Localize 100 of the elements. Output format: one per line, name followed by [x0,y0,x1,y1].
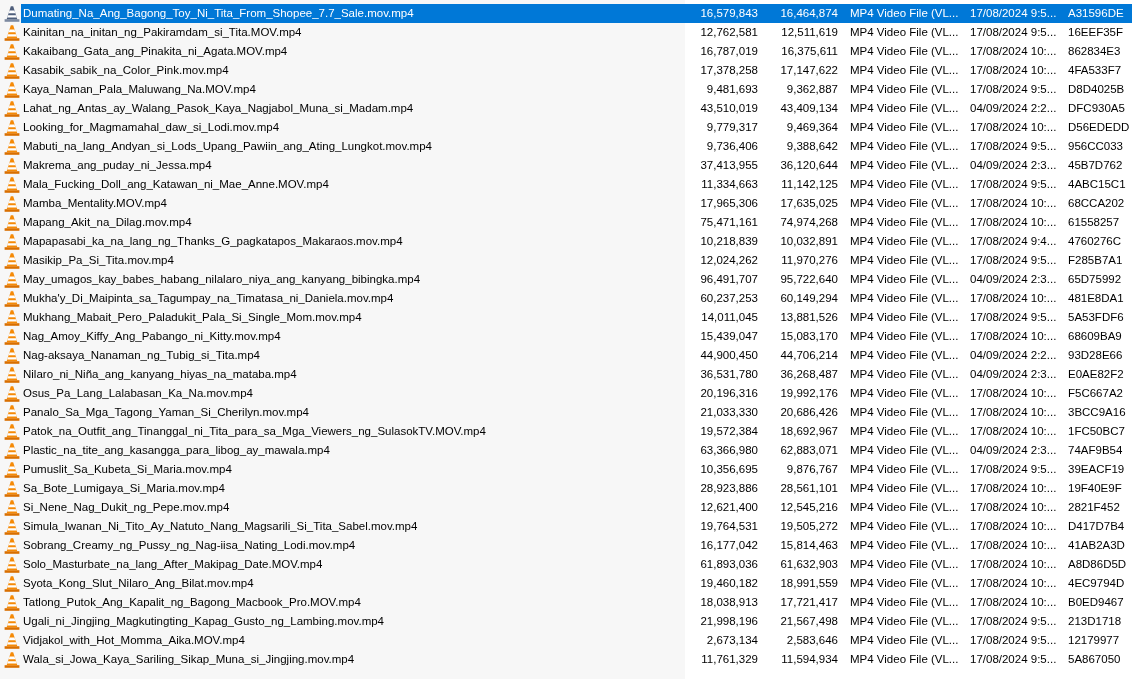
file-name[interactable]: Sobrang_Creamy_ng_Pussy_ng_Nag-iisa_Nating_Lodi.mov.mp4 [21,536,685,555]
file-name[interactable]: May_umagos_kay_babes_habang_nilalaro_niya_ang_kanyang_bibingka.mp4 [21,270,685,289]
file-name[interactable]: Lahat_ng_Antas_ay_Walang_Pasok_Kaya_Nagjabol_Muna_si_Madam.mp4 [21,99,685,118]
file-name[interactable]: Dumating_Na_Ang_Bagong_Toy_Ni_Tita_From_Shopee_7.7_Sale.mov.mp4 [21,4,685,23]
table-cell-text: 5A867050 [1067,652,1122,667]
table-cell-text: MP4 Video File (VL... [849,25,960,40]
table-cell-text: 17/08/2024 10:... [969,329,1058,344]
file-name[interactable]: Vidjakol_with_Hot_Momma_Aika.MOV.mp4 [21,631,685,650]
file-name[interactable]: Pumuslit_Sa_Kubeta_Si_Maria.mov.mp4 [21,460,685,479]
file-name[interactable]: Masikip_Pa_Si_Tita.mov.mp4 [21,251,685,270]
table-cell-text: 17/08/2024 9:5... [969,253,1058,268]
file-name[interactable]: Mapapasabi_ka_na_lang_ng_Thanks_G_pagkatapos_Makaraos.mov.mp4 [21,232,685,251]
table-cell-text: 28,923,886 [699,481,759,496]
table-cell-text: 956CC033 [1067,139,1124,154]
table-cell-text: 37,413,955 [699,158,759,173]
file-name[interactable]: Kakaibang_Gata_ang_Pinakita_ni_Agata.MOV.mp4 [21,42,685,61]
traffic-cone-icon [4,594,20,611]
file-name[interactable]: Patok_na_Outfit_ang_Tinanggal_ni_Tita_para_sa_Mga_Viewers_ng_SulasokTV.MOV.mp4 [21,422,685,441]
file-name[interactable]: Mabuti_na_lang_Andyan_si_Lods_Upang_Pawiin_ang_Ating_Lungkot.mov.mp4 [21,137,685,156]
file-name[interactable]: Nilaro_ni_Niña_ang_kanyang_hiyas_na_mataba.mp4 [21,365,685,384]
table-cell-text: 44,706,214 [779,348,839,363]
file-name[interactable]: Ugali_ni_Jingjing_Magkutingting_Kapag_Gusto_ng_Lambing.mov.mp4 [21,612,685,631]
table-cell-text: MP4 Video File (VL... [849,614,960,629]
file-name[interactable]: Wala_si_Jowa_Kaya_Sariling_Sikap_Muna_si_Jingjing.mov.mp4 [21,650,685,669]
file-name[interactable]: Si_Nene_Nag_Dukit_ng_Pepe.mov.mp4 [21,498,685,517]
table-cell-text: 93D28E66 [1067,348,1124,363]
table-cell-text: MP4 Video File (VL... [849,386,960,401]
file-name[interactable]: Nag-aksaya_Nanaman_ng_Tubig_si_Tita.mp4 [21,346,685,365]
traffic-cone-icon [4,461,20,478]
table-cell-text: D56EDEDD [1067,120,1131,135]
table-cell-text: MP4 Video File (VL... [849,329,960,344]
traffic-cone-icon [4,575,20,592]
traffic-cone-icon [4,480,20,497]
table-cell-text: MP4 Video File (VL... [849,44,960,59]
table-cell-text: 17/08/2024 10:... [969,63,1058,78]
table-cell-text: 21,033,330 [699,405,759,420]
table-cell-text: 2,673,134 [705,633,759,648]
table-cell-text: 15,814,463 [779,538,839,553]
table-cell-text: 43,409,134 [779,101,839,116]
table-cell-text: MP4 Video File (VL... [849,519,960,534]
file-name[interactable]: Osus_Pa_Lang_Lalabasan_Ka_Na.mov.mp4 [21,384,685,403]
table-cell-text: MP4 Video File (VL... [849,310,960,325]
table-cell-text: 19F40E9F [1067,481,1123,496]
table-cell-text: 17/08/2024 9:5... [969,652,1058,667]
table-cell-text: 21,567,498 [779,614,839,629]
table-cell-text: MP4 Video File (VL... [849,652,960,667]
table-cell-text: 9,779,317 [705,120,759,135]
table-cell: MP4 Video File (VL... [842,4,962,23]
table-cell-text: 18,038,913 [699,595,759,610]
file-name[interactable]: Panalo_Sa_Mga_Tagong_Yaman_Si_Cherilyn.mov.mp4 [21,403,685,422]
file-name[interactable]: Mapang_Akit_na_Dilag.mov.mp4 [21,213,685,232]
traffic-cone-icon [4,556,20,573]
file-name[interactable]: Simula_Iwanan_Ni_Tito_Ay_Natuto_Nang_Magsarili_Si_Tita_Sabel.mov.mp4 [21,517,685,536]
table-cell-text: MP4 Video File (VL... [849,272,960,287]
file-name[interactable]: Sa_Bote_Lumigaya_Si_Maria.mov.mp4 [21,479,685,498]
file-name[interactable]: Tatlong_Putok_Ang_Kapalit_ng_Bagong_Macbook_Pro.MOV.mp4 [21,593,685,612]
table-cell-text: E0AE82F2 [1067,367,1125,382]
table-cell-text: 17/08/2024 10:... [969,595,1058,610]
traffic-cone-icon [4,119,20,136]
file-name[interactable]: Nag_Amoy_Kiffy_Ang_Pabango_ni_Kitty.mov.mp4 [21,327,685,346]
traffic-cone-icon [4,537,20,554]
file-name[interactable]: Solo_Masturbate_na_lang_After_Makipag_Date.MOV.mp4 [21,555,685,574]
file-name[interactable]: Mala_Fucking_Doll_ang_Katawan_ni_Mae_Anne.MOV.mp4 [21,175,685,194]
table-cell-text: 17/08/2024 10:... [969,424,1058,439]
file-name[interactable]: Kainitan_na_initan_ng_Pakiramdam_si_Tita.MOV.mp4 [21,23,685,42]
table-cell-text: 2821F452 [1067,500,1121,515]
table-cell-text: 19,505,272 [779,519,839,534]
file-name[interactable]: Mukhang_Mabait_Pero_Paladukit_Pala_Si_Single_Mom.mov.mp4 [21,308,685,327]
file-name[interactable]: Kasabik_sabik_na_Color_Pink.mov.mp4 [21,61,685,80]
table-cell-text: D8D4025B [1067,82,1126,97]
table-cell-text: 4FA533F7 [1067,63,1123,78]
table-cell: 16,579,843 [685,4,762,23]
table-cell-text: 17/08/2024 9:4... [969,234,1058,249]
table-cell-text: 12,762,581 [699,25,759,40]
table-cell-text: 17/08/2024 10:... [969,44,1058,59]
file-name[interactable]: Plastic_na_tite_ang_kasangga_para_libog_ay_mawala.mp4 [21,441,685,460]
table-cell-text: 18,991,559 [779,576,839,591]
file-name[interactable]: Syota_Kong_Slut_Nilaro_Ang_Bilat.mov.mp4 [21,574,685,593]
file-name[interactable]: Looking_for_Magmamahal_daw_si_Lodi.mov.mp4 [21,118,685,137]
table-cell-text: 68CCA202 [1067,196,1126,211]
file-name[interactable]: Kaya_Naman_Pala_Maluwang_Na.MOV.mp4 [21,80,685,99]
file-name[interactable]: Makrema_ang_puday_ni_Jessa.mp4 [21,156,685,175]
table-cell-text: 17,147,622 [779,63,839,78]
table-cell-text: 12,621,400 [699,500,759,515]
file-name[interactable]: Mamba_Mentality.MOV.mp4 [21,194,685,213]
table-cell-text: 213D1718 [1067,614,1123,629]
table-cell-text: 36,268,487 [779,367,839,382]
traffic-cone-icon [4,24,20,41]
traffic-cone-icon [4,81,20,98]
file-name[interactable]: Mukha'y_Di_Maipinta_sa_Tagumpay_na_Timatasa_ni_Daniela.mov.mp4 [21,289,685,308]
table-cell-text: MP4 Video File (VL... [849,215,960,230]
table-cell-text: MP4 Video File (VL... [849,234,960,249]
table-cell-text: 3BCC9A16 [1067,405,1127,420]
table-cell-text: 04/09/2024 2:3... [969,272,1058,287]
table-cell-text: 41AB2A3D [1067,538,1126,553]
traffic-cone-icon [4,499,20,516]
table-cell-text: 75,471,161 [699,215,759,230]
table-cell-text: MP4 Video File (VL... [849,63,960,78]
table-cell-text: 65D75992 [1067,272,1123,287]
table-cell-text: 17/08/2024 10:... [969,405,1058,420]
